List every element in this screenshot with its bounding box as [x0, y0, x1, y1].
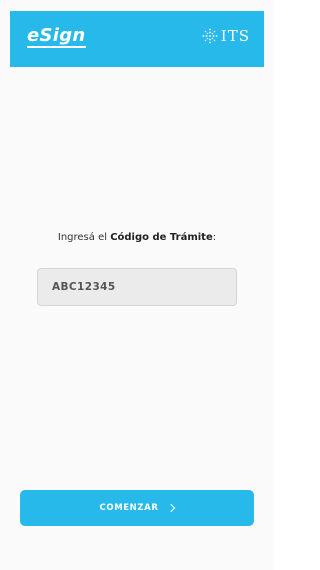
- prompt-bold: Código de Trámite: [110, 232, 213, 243]
- app-screen: eSign ITS Ingresá el Código de Trámite: …: [0, 0, 274, 570]
- chevron-right-icon: [167, 503, 176, 513]
- content-area: [10, 67, 264, 547]
- snowflake-grid-icon: [202, 28, 218, 44]
- tramite-code-input[interactable]: ABC12345: [37, 268, 237, 306]
- prompt-prefix: Ingresá el: [57, 232, 111, 243]
- code-prompt: Ingresá el Código de Trámite:: [10, 232, 264, 243]
- esign-logo: eSign: [27, 25, 86, 48]
- its-logo: ITS: [202, 28, 250, 44]
- its-brand-text: ITS: [220, 27, 250, 45]
- start-button-label: COMENZAR: [99, 503, 159, 513]
- start-button[interactable]: COMENZAR: [20, 490, 254, 526]
- prompt-suffix: :: [212, 232, 217, 243]
- header-bar: eSign ITS: [10, 11, 264, 67]
